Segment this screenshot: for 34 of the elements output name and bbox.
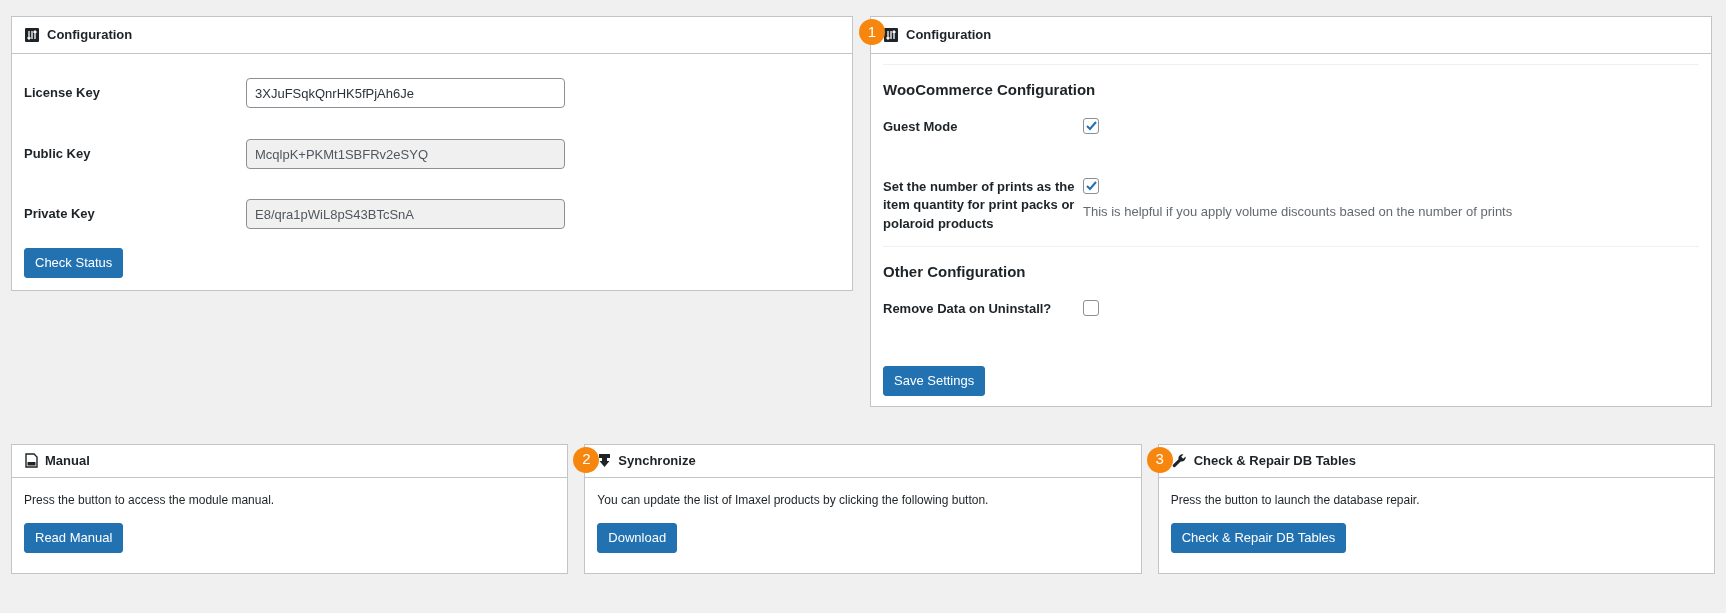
key-field[interactable]: 3XJuFSqkQnrHK5fPjAh6Je bbox=[246, 78, 565, 108]
panel-title: Check & Repair DB Tables bbox=[1193, 451, 1356, 470]
section-heading: Other Configuration bbox=[883, 262, 1027, 283]
panel-description: Press the button to launch the database repair. bbox=[1170, 491, 1420, 509]
panel-description: Press the button to access the module manual. bbox=[24, 491, 275, 509]
option-hint: This is helpful if you apply volume discounts based on the number of prints bbox=[1083, 202, 1513, 221]
panel-title: Manual bbox=[45, 451, 90, 470]
action-button[interactable]: Download bbox=[597, 522, 678, 553]
sliders-icon bbox=[25, 28, 39, 42]
panel-title: Configuration bbox=[47, 26, 133, 45]
field-label: Public Key bbox=[24, 145, 92, 164]
action-button[interactable]: Read Manual bbox=[24, 522, 124, 553]
sliders-icon bbox=[884, 28, 898, 42]
panel-title: Synchronize bbox=[618, 451, 696, 470]
check-status-button[interactable]: Check Status bbox=[24, 248, 124, 278]
option-label: Guest Mode bbox=[883, 117, 959, 136]
step-number-badge: 2 bbox=[573, 446, 600, 473]
download-icon bbox=[598, 453, 612, 469]
step-number-badge: 3 bbox=[1146, 446, 1173, 473]
checkbox[interactable] bbox=[1083, 299, 1099, 316]
checkbox[interactable] bbox=[1083, 117, 1099, 134]
save-settings-button[interactable]: Save Settings bbox=[883, 365, 986, 396]
panel-title: Configuration bbox=[906, 26, 992, 45]
field-label: License Key bbox=[24, 84, 101, 103]
panel-description: You can update the list of Imaxel products by clicking the following button. bbox=[597, 491, 989, 509]
wrench-icon bbox=[1171, 453, 1187, 469]
option-label: Set the number of prints as the item quantity for print packs or polaroid products bbox=[883, 177, 1076, 234]
action-button[interactable]: Check & Repair DB Tables bbox=[1170, 522, 1347, 553]
step-number-badge: 1 bbox=[859, 19, 885, 45]
field-label: Private Key bbox=[24, 205, 96, 224]
checkbox[interactable] bbox=[1083, 177, 1099, 194]
option-label: Remove Data on Uninstall? bbox=[883, 299, 1053, 318]
document-icon bbox=[25, 453, 38, 469]
section-heading: WooCommerce Configuration bbox=[883, 80, 1097, 100]
